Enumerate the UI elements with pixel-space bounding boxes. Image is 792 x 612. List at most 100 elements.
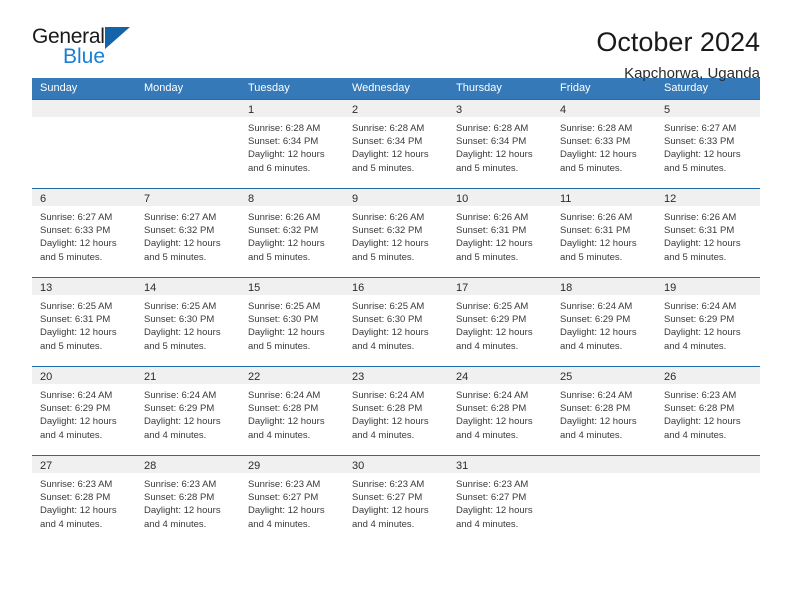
sunrise-text: Sunrise: 6:24 AM xyxy=(40,390,113,401)
logo-triangle-icon xyxy=(104,27,130,49)
calendar-day-cell[interactable]: 10 Sunrise: 6:26 AM Sunset: 6:31 PM Dayligh… xyxy=(448,189,552,277)
day-number: 29 xyxy=(248,460,261,472)
calendar-day-cell[interactable]: 22 Sunrise: 6:24 AM Sunset: 6:28 PM Dayligh… xyxy=(240,367,344,455)
sunset-text: Sunset: 6:29 PM xyxy=(144,403,215,415)
calendar-day-cell[interactable]: 19 Sunrise: 6:24 AM Sunset: 6:29 PM Dayligh… xyxy=(656,278,760,366)
calendar-day-cell[interactable]: 31 Sunrise: 6:23 AM Sunset: 6:27 PM Dayligh… xyxy=(448,456,552,544)
day-number-band: 24 xyxy=(448,367,552,384)
sunrise-text: Sunrise: 6:26 AM xyxy=(456,212,529,223)
daylight-text-line1: Daylight: 12 hours xyxy=(40,327,117,339)
sunrise-text: Sunrise: 6:25 AM xyxy=(144,301,217,312)
day-details: Sunrise: 6:24 AM Sunset: 6:29 PM Daylight:… xyxy=(32,384,136,442)
calendar-day-cell[interactable]: 6 Sunrise: 6:27 AM Sunset: 6:33 PM Daylight… xyxy=(32,189,136,277)
calendar-day-cell[interactable]: 11 Sunrise: 6:26 AM Sunset: 6:31 PM Dayligh… xyxy=(552,189,656,277)
calendar-day-cell[interactable]: 21 Sunrise: 6:24 AM Sunset: 6:29 PM Dayligh… xyxy=(136,367,240,455)
calendar-day-cell[interactable]: 1 Sunrise: 6:28 AM Sunset: 6:34 PM Daylight… xyxy=(240,100,344,188)
sunset-text: Sunset: 6:28 PM xyxy=(456,403,527,415)
calendar-week-row: 27 Sunrise: 6:23 AM Sunset: 6:28 PM Dayligh… xyxy=(32,455,760,544)
calendar-day-cell[interactable]: 25 Sunrise: 6:24 AM Sunset: 6:28 PM Dayligh… xyxy=(552,367,656,455)
day-number-band xyxy=(32,100,136,117)
general-blue-logo: General Blue xyxy=(32,26,150,67)
calendar-day-cell-empty xyxy=(32,100,136,188)
calendar-day-cell[interactable]: 4 Sunrise: 6:28 AM Sunset: 6:33 PM Daylight… xyxy=(552,100,656,188)
day-details: Sunrise: 6:26 AM Sunset: 6:31 PM Daylight:… xyxy=(656,206,760,264)
daylight-text-line1: Daylight: 12 hours xyxy=(456,238,533,250)
sunset-text: Sunset: 6:30 PM xyxy=(248,314,319,326)
daylight-text-line2: and 5 minutes. xyxy=(456,162,519,174)
day-details: Sunrise: 6:25 AM Sunset: 6:30 PM Daylight:… xyxy=(240,295,344,353)
day-number: 2 xyxy=(352,104,359,116)
calendar-day-cell[interactable]: 13 Sunrise: 6:25 AM Sunset: 6:31 PM Dayligh… xyxy=(32,278,136,366)
calendar-day-cell[interactable]: 5 Sunrise: 6:27 AM Sunset: 6:33 PM Daylight… xyxy=(656,100,760,188)
day-number: 6 xyxy=(40,193,47,205)
sunset-text: Sunset: 6:28 PM xyxy=(40,492,111,504)
sunset-text: Sunset: 6:31 PM xyxy=(664,225,735,237)
daylight-text-line1: Daylight: 12 hours xyxy=(248,238,325,250)
sunset-text: Sunset: 6:27 PM xyxy=(456,492,527,504)
calendar-day-cell[interactable]: 17 Sunrise: 6:25 AM Sunset: 6:29 PM Dayligh… xyxy=(448,278,552,366)
calendar-day-cell[interactable]: 24 Sunrise: 6:24 AM Sunset: 6:28 PM Dayligh… xyxy=(448,367,552,455)
day-number: 27 xyxy=(40,460,53,472)
weekday-header-row: Sunday Monday Tuesday Wednesday Thursday Frid… xyxy=(32,78,760,99)
calendar-day-cell[interactable]: 12 Sunrise: 6:26 AM Sunset: 6:31 PM Dayligh… xyxy=(656,189,760,277)
daylight-text-line1: Daylight: 12 hours xyxy=(560,327,637,339)
day-number: 16 xyxy=(352,282,365,294)
day-number-band: 25 xyxy=(552,367,656,384)
sunrise-text: Sunrise: 6:28 AM xyxy=(456,123,529,134)
day-number: 24 xyxy=(456,371,469,383)
day-number: 30 xyxy=(352,460,365,472)
weekday-header-wednesday: Wednesday xyxy=(352,82,410,94)
daylight-text-line2: and 4 minutes. xyxy=(144,429,207,441)
daylight-text-line1: Daylight: 12 hours xyxy=(560,149,637,161)
calendar-day-cell[interactable]: 9 Sunrise: 6:26 AM Sunset: 6:32 PM Daylight… xyxy=(344,189,448,277)
sunrise-text: Sunrise: 6:26 AM xyxy=(248,212,321,223)
weekday-header-saturday: Saturday xyxy=(664,82,709,94)
calendar-day-cell[interactable]: 29 Sunrise: 6:23 AM Sunset: 6:27 PM Dayligh… xyxy=(240,456,344,544)
calendar-day-cell[interactable]: 18 Sunrise: 6:24 AM Sunset: 6:29 PM Dayligh… xyxy=(552,278,656,366)
daylight-text-line2: and 5 minutes. xyxy=(144,340,207,352)
page-title: October 2024 xyxy=(596,27,760,57)
daylight-text-line2: and 4 minutes. xyxy=(40,429,103,441)
daylight-text-line1: Daylight: 12 hours xyxy=(144,416,221,428)
sunrise-text: Sunrise: 6:23 AM xyxy=(40,479,113,490)
calendar-day-cell[interactable]: 3 Sunrise: 6:28 AM Sunset: 6:34 PM Daylight… xyxy=(448,100,552,188)
day-number-band: 4 xyxy=(552,100,656,117)
calendar-day-cell[interactable]: 7 Sunrise: 6:27 AM Sunset: 6:32 PM Daylight… xyxy=(136,189,240,277)
day-number-band: 2 xyxy=(344,100,448,117)
sunrise-text: Sunrise: 6:24 AM xyxy=(352,390,425,401)
daylight-text-line1: Daylight: 12 hours xyxy=(456,327,533,339)
calendar-day-cell[interactable]: 16 Sunrise: 6:25 AM Sunset: 6:30 PM Dayligh… xyxy=(344,278,448,366)
day-number: 23 xyxy=(352,371,365,383)
day-number: 7 xyxy=(144,193,151,205)
day-details: Sunrise: 6:24 AM Sunset: 6:29 PM Daylight:… xyxy=(136,384,240,442)
daylight-text-line2: and 4 minutes. xyxy=(40,518,103,530)
calendar-day-cell[interactable]: 14 Sunrise: 6:25 AM Sunset: 6:30 PM Dayligh… xyxy=(136,278,240,366)
sunset-text: Sunset: 6:30 PM xyxy=(352,314,423,326)
calendar-day-cell[interactable]: 8 Sunrise: 6:26 AM Sunset: 6:32 PM Daylight… xyxy=(240,189,344,277)
sunset-text: Sunset: 6:34 PM xyxy=(352,136,423,148)
sunrise-text: Sunrise: 6:24 AM xyxy=(248,390,321,401)
calendar-day-cell[interactable]: 26 Sunrise: 6:23 AM Sunset: 6:28 PM Dayligh… xyxy=(656,367,760,455)
day-number: 10 xyxy=(456,193,469,205)
daylight-text-line2: and 4 minutes. xyxy=(664,340,727,352)
day-number-band: 27 xyxy=(32,456,136,473)
day-number: 21 xyxy=(144,371,157,383)
calendar-day-cell[interactable]: 23 Sunrise: 6:24 AM Sunset: 6:28 PM Dayligh… xyxy=(344,367,448,455)
calendar-day-cell[interactable]: 20 Sunrise: 6:24 AM Sunset: 6:29 PM Dayligh… xyxy=(32,367,136,455)
daylight-text-line2: and 5 minutes. xyxy=(248,251,311,263)
day-details: Sunrise: 6:26 AM Sunset: 6:32 PM Daylight:… xyxy=(240,206,344,264)
calendar-day-cell[interactable]: 30 Sunrise: 6:23 AM Sunset: 6:27 PM Dayligh… xyxy=(344,456,448,544)
weekday-header-monday: Monday xyxy=(144,82,184,94)
calendar-day-cell[interactable]: 15 Sunrise: 6:25 AM Sunset: 6:30 PM Dayligh… xyxy=(240,278,344,366)
day-details: Sunrise: 6:24 AM Sunset: 6:28 PM Daylight:… xyxy=(552,384,656,442)
daylight-text-line1: Daylight: 12 hours xyxy=(248,327,325,339)
calendar-day-cell[interactable]: 28 Sunrise: 6:23 AM Sunset: 6:28 PM Dayligh… xyxy=(136,456,240,544)
day-number: 22 xyxy=(248,371,261,383)
sunset-text: Sunset: 6:29 PM xyxy=(40,403,111,415)
daylight-text-line2: and 4 minutes. xyxy=(352,340,415,352)
daylight-text-line1: Daylight: 12 hours xyxy=(352,238,429,250)
calendar-day-cell[interactable]: 27 Sunrise: 6:23 AM Sunset: 6:28 PM Dayligh… xyxy=(32,456,136,544)
calendar-day-cell[interactable]: 2 Sunrise: 6:28 AM Sunset: 6:34 PM Daylight… xyxy=(344,100,448,188)
day-number: 9 xyxy=(352,193,359,205)
daylight-text-line1: Daylight: 12 hours xyxy=(144,327,221,339)
